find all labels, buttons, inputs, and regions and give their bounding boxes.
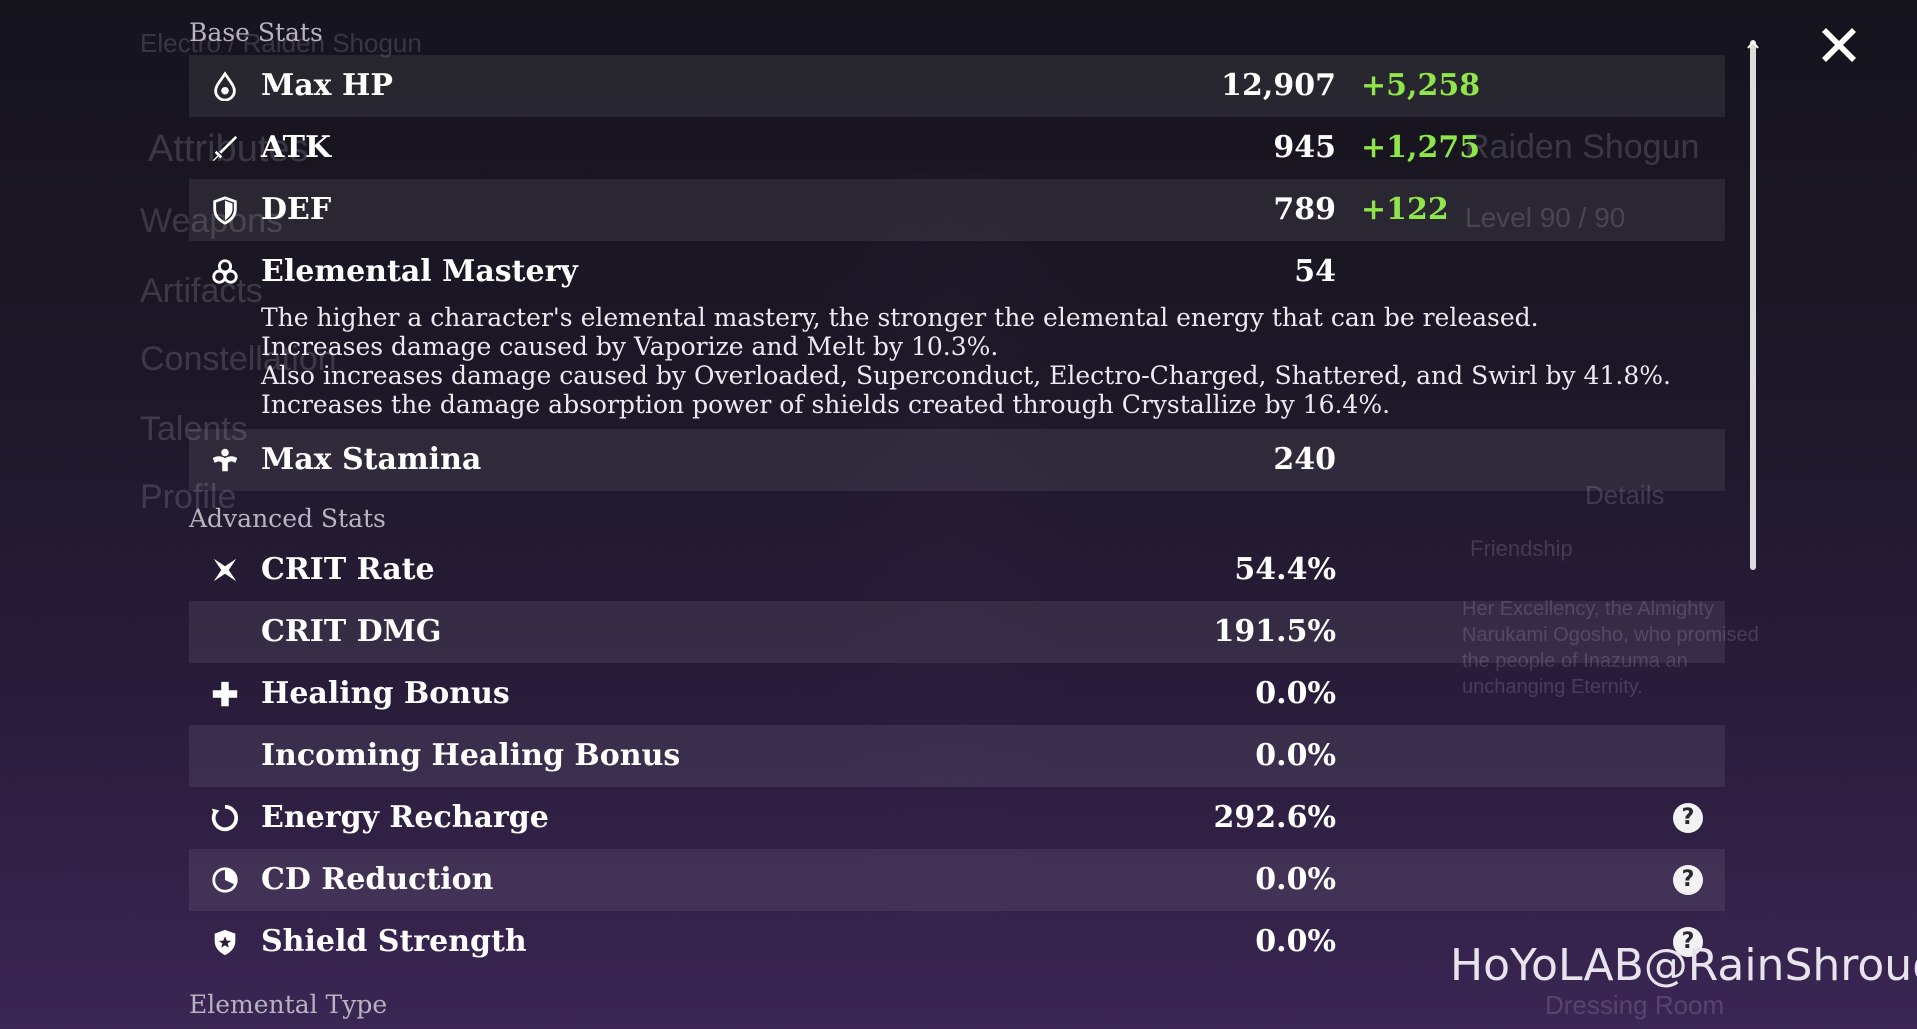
stat-label: DEF [261,192,332,227]
stat-row-energy-recharge: Energy Recharge 292.6% ? [189,787,1725,849]
stat-row-crit-rate: CRIT Rate 54.4% [189,539,1725,601]
elemental-mastery-description: The higher a character's elemental maste… [261,303,1701,419]
stat-bonus: +1,275 [1361,130,1481,165]
stat-label: CD Reduction [261,862,494,897]
stat-label: Max HP [261,68,393,103]
stat-value: 54.4% [1234,552,1336,587]
stat-bonus: +5,258 [1361,68,1481,103]
stat-value: 292.6% [1213,800,1336,835]
stat-value: 0.0% [1255,676,1336,711]
elemental-type-title: Elemental Type [189,990,388,1019]
help-icon[interactable]: ? [1673,803,1703,833]
base-stats-title: Base Stats [189,18,323,47]
stat-value: 0.0% [1255,862,1336,897]
sword-icon [209,132,241,164]
stat-label: CRIT Rate [261,552,435,587]
stat-label: Incoming Healing Bonus [261,738,681,773]
bg-dressing-room-label: Dressing Room [1545,990,1725,1020]
stat-value: 0.0% [1255,738,1336,773]
stat-row-max-stamina: Max Stamina 240 [189,429,1725,491]
description-line: The higher a character's elemental maste… [261,303,1539,332]
stat-label: Elemental Mastery [261,254,578,289]
healing-cross-icon [209,678,241,710]
stat-label: Max Stamina [261,442,482,477]
advanced-stats-title: Advanced Stats [189,504,386,533]
stat-row-healing-bonus: Healing Bonus 0.0% [189,663,1725,725]
stat-row-max-hp: Max HP 12,907 +5,258 [189,55,1725,117]
crit-icon [209,554,241,586]
stat-value: 54 [1294,254,1336,289]
stat-row-def: DEF 789 +122 [189,179,1725,241]
stat-row-elemental-mastery: Elemental Mastery 54 [189,241,1725,303]
stat-bonus: +122 [1361,192,1449,227]
description-line: Also increases damage caused by Overload… [261,361,1671,390]
close-button[interactable] [1816,22,1862,68]
elemental-mastery-icon [209,256,241,288]
watermark: HoYoLAB@RainShroud [1450,940,1917,991]
scroll-up-indicator-icon [1747,40,1759,49]
hp-drop-icon [209,70,241,102]
stat-value: 945 [1273,130,1336,165]
shield-strength-icon [209,926,241,958]
cd-reduction-icon [209,864,241,896]
energy-recharge-icon [209,802,241,834]
stat-value: 240 [1273,442,1336,477]
stat-label: CRIT DMG [261,614,442,649]
stat-label: Energy Recharge [261,800,549,835]
shield-icon [209,194,241,226]
stamina-icon [209,444,241,476]
stat-value: 12,907 [1221,68,1336,103]
stat-row-cd-reduction: CD Reduction 0.0% ? [189,849,1725,911]
help-icon[interactable]: ? [1673,865,1703,895]
description-line: Increases the damage absorption power of… [261,390,1391,419]
scrollbar[interactable] [1750,40,1756,570]
stat-value: 0.0% [1255,924,1336,959]
stat-label: Shield Strength [261,924,527,959]
description-line: Increases damage caused by Vaporize and … [261,332,999,361]
stat-value: 789 [1273,192,1336,227]
stat-label: Healing Bonus [261,676,510,711]
stat-row-crit-dmg: CRIT DMG 191.5% [189,601,1725,663]
stat-row-atk: ATK 945 +1,275 [189,117,1725,179]
stat-value: 191.5% [1213,614,1336,649]
stat-row-incoming-healing-bonus: Incoming Healing Bonus 0.0% [189,725,1725,787]
stat-label: ATK [261,130,332,165]
close-icon [1822,28,1856,62]
